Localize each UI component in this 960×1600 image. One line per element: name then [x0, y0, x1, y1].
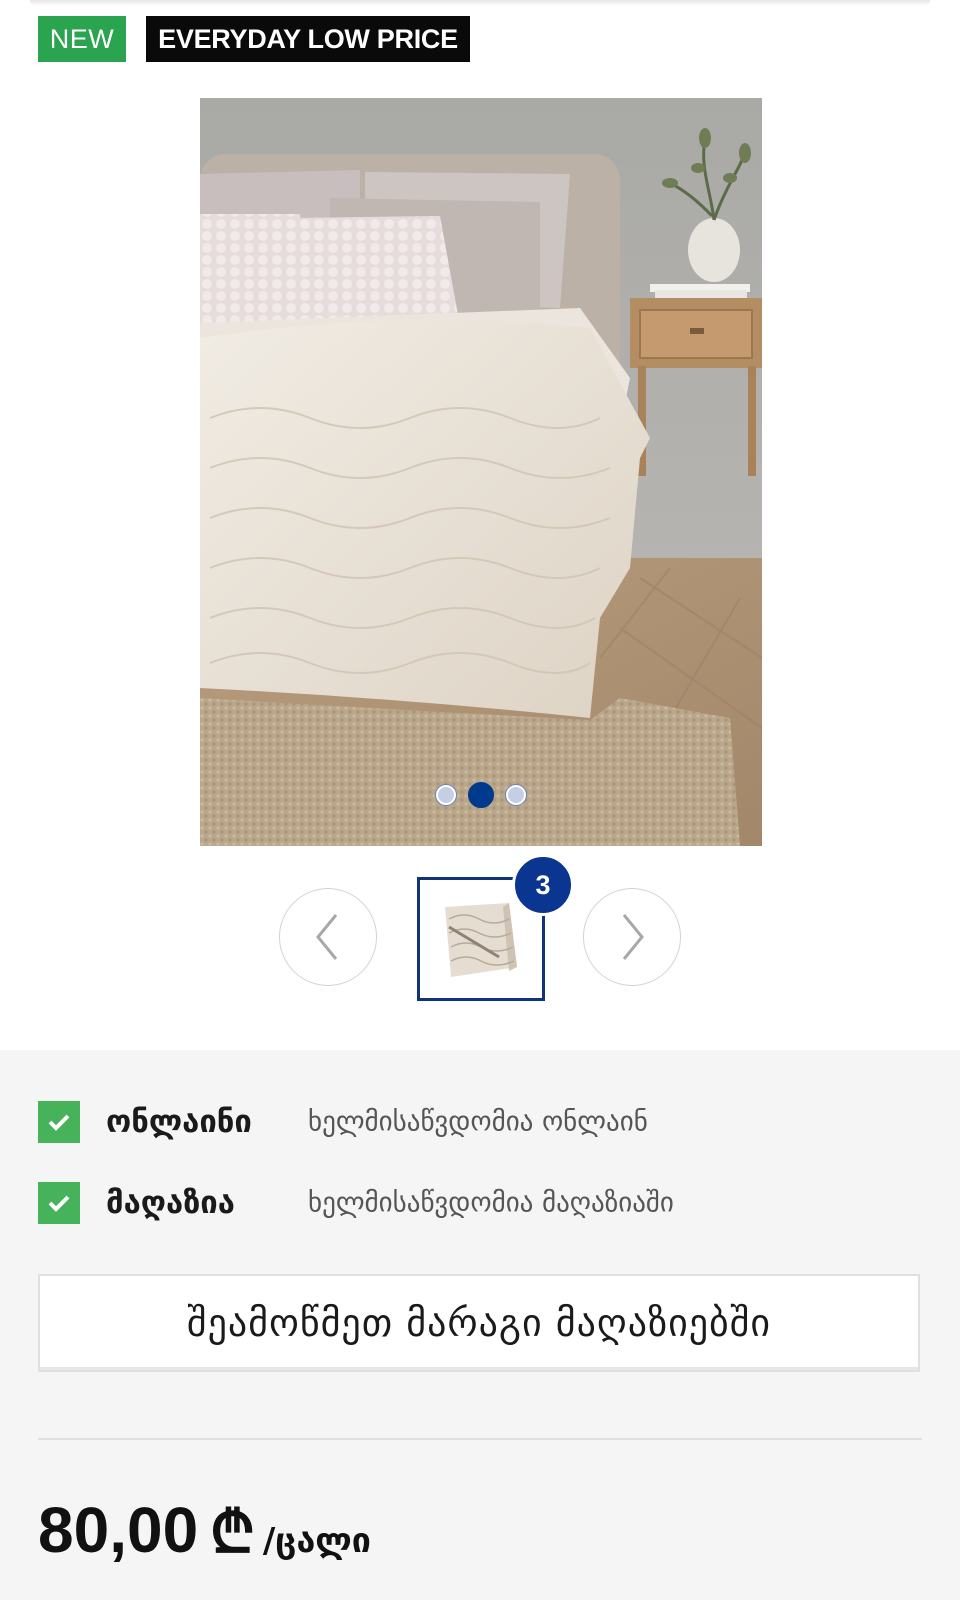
throw-thumbnail-image: [445, 903, 517, 977]
availability-online-row: ონლაინი ხელმისაწვდომია ონლაინ: [38, 1101, 898, 1143]
chevron-right-icon: [622, 914, 644, 960]
previous-image-button[interactable]: [279, 888, 377, 986]
header-shadow: [30, 0, 930, 6]
chevron-left-icon: [316, 914, 338, 960]
availability-store-description: ხელმისაწვდომია მაღაზიაში: [308, 1187, 674, 1219]
divider: [38, 1438, 922, 1440]
next-image-button[interactable]: [583, 888, 681, 986]
price: 80,00 ₾ /ცალი: [38, 1490, 371, 1569]
availability-store-row: მაღაზია ხელმისაწვდომია მაღაზიაში: [38, 1182, 898, 1224]
product-main-image[interactable]: [200, 98, 762, 846]
product-page: NEW EVERYDAY LOW PRICE 3 ონლაინი ხელმისა…: [0, 0, 960, 1600]
thumbnail-count-badge: 3: [512, 854, 574, 916]
availability-store-label: მაღაზია: [106, 1185, 235, 1221]
new-badge: NEW: [38, 16, 126, 62]
check-icon: [38, 1101, 80, 1143]
price-currency: ₾: [210, 1498, 255, 1566]
price-unit: /ცალი: [262, 1521, 371, 1561]
carousel-dot-2[interactable]: [468, 782, 494, 808]
check-icon: [38, 1182, 80, 1224]
price-value: 80,00: [38, 1494, 199, 1566]
carousel-dot-3[interactable]: [506, 785, 526, 805]
availability-online-description: ხელმისაწვდომია ონლაინ: [308, 1106, 648, 1138]
everyday-low-price-badge: EVERYDAY LOW PRICE: [146, 16, 470, 62]
carousel-dots: [200, 782, 762, 808]
check-store-stock-button[interactable]: შეამოწმეთ მარაგი მაღაზიებში: [38, 1274, 920, 1372]
carousel-dot-1[interactable]: [436, 785, 456, 805]
availability-online-label: ონლაინი: [106, 1104, 252, 1140]
bedroom-photo: [200, 98, 762, 846]
